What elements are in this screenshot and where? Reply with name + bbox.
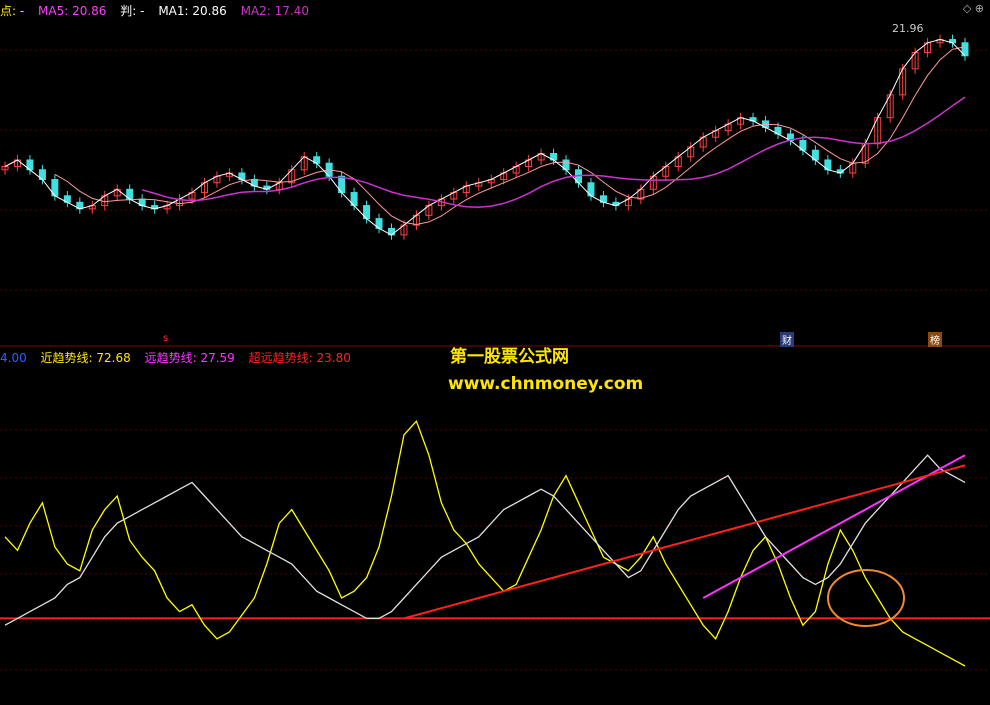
legend-ma1: MA1: 20.86 <box>158 4 227 18</box>
legend-ultra-trend: 超远趋势线: 23.80 <box>248 351 351 365</box>
ma5-line <box>54 46 966 226</box>
legend-ma5: MA5: 20.86 <box>38 4 107 18</box>
peak-price-label: 21.96 <box>892 22 924 35</box>
plus-circle-icon[interactable]: ⊕ <box>975 2 984 15</box>
diamond-icon[interactable]: ◇ <box>963 2 971 15</box>
legend-judge: 判: - <box>120 4 145 18</box>
indicator-series-1 <box>4 454 966 626</box>
indicator-series-0 <box>4 419 966 667</box>
legend-prefix: 点: - <box>0 4 25 18</box>
legend-first: 4.00 <box>0 351 27 365</box>
tag-cai: 财 <box>780 332 794 347</box>
legend-near-trend: 近趋势线: 72.68 <box>40 351 131 365</box>
legend-ma2: MA2: 17.40 <box>240 4 309 18</box>
tag-s: s <box>163 333 169 344</box>
tag-bang: 榜 <box>928 332 942 347</box>
watermark-url: www.chnmoney.com <box>448 374 644 394</box>
indicator-panel <box>0 419 990 667</box>
bottom-legend: 4.00 近趋势线: 72.68 远趋势线: 27.59 超远趋势线: 23.8… <box>0 349 361 366</box>
price-panel <box>1 34 969 240</box>
toolbar-icons: ◇ ⊕ <box>963 2 984 15</box>
watermark-title: 第一股票公式网 <box>450 347 569 367</box>
legend-far-trend: 远趋势线: 27.59 <box>144 351 235 365</box>
top-legend: 点: - MA5: 20.86 判: - MA1: 20.86 MA2: 17.… <box>0 2 319 19</box>
